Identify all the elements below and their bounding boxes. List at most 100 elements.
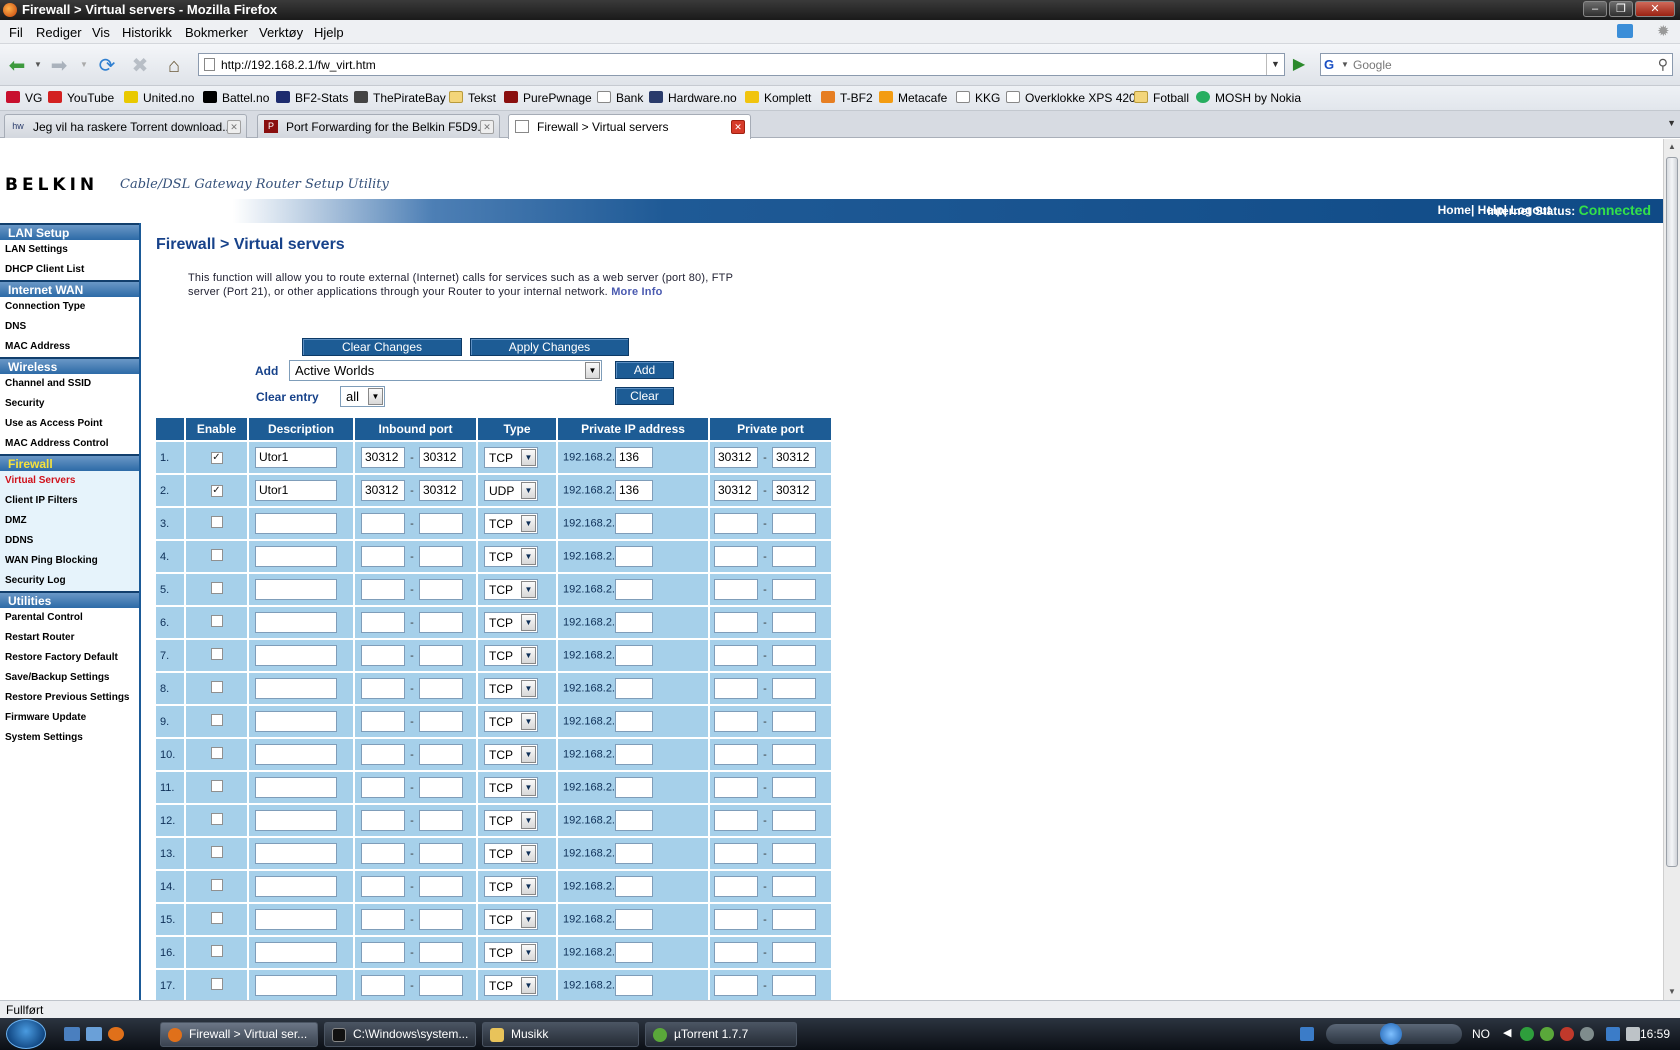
inbound-port-to-input[interactable] bbox=[419, 678, 463, 699]
bookmark-mosh[interactable]: MOSH by Nokia bbox=[1196, 91, 1301, 105]
switch-windows-icon[interactable] bbox=[86, 1027, 102, 1041]
private-ip-input[interactable] bbox=[615, 711, 653, 732]
inbound-port-to-input[interactable] bbox=[419, 744, 463, 765]
private-ip-input[interactable] bbox=[615, 513, 653, 534]
inbound-port-from-input[interactable] bbox=[361, 612, 405, 633]
private-port-to-input[interactable] bbox=[772, 909, 816, 930]
apply-changes-button[interactable]: Apply Changes bbox=[470, 338, 629, 356]
description-input[interactable] bbox=[255, 942, 337, 963]
description-input[interactable] bbox=[255, 876, 337, 897]
close-window-button[interactable]: ✕ bbox=[1635, 1, 1675, 17]
private-port-from-input[interactable] bbox=[714, 546, 758, 567]
back-history-dropdown-icon[interactable]: ▼ bbox=[34, 60, 42, 69]
type-select[interactable]: TCP ▼ bbox=[484, 975, 538, 996]
clear-entry-select[interactable]: all ▼ bbox=[340, 386, 385, 407]
task-firefox[interactable]: Firewall > Virtual ser... bbox=[160, 1022, 318, 1047]
type-select[interactable]: TCP ▼ bbox=[484, 711, 538, 732]
description-input[interactable] bbox=[255, 513, 337, 534]
private-port-from-input[interactable] bbox=[714, 612, 758, 633]
search-bar[interactable]: G ▼ Google ⚲ bbox=[1320, 53, 1673, 76]
private-port-to-input[interactable] bbox=[772, 678, 816, 699]
description-input[interactable]: Utor1 bbox=[255, 447, 337, 468]
forward-history-dropdown-icon[interactable]: ▼ bbox=[80, 60, 88, 69]
go-icon[interactable]: ▶ bbox=[1288, 53, 1310, 76]
menu-history[interactable]: Historikk bbox=[122, 25, 172, 40]
description-input[interactable] bbox=[255, 678, 337, 699]
sidebar-item-dmz[interactable]: DMZ bbox=[0, 511, 139, 531]
private-port-to-input[interactable] bbox=[772, 876, 816, 897]
type-select[interactable]: TCP ▼ bbox=[484, 942, 538, 963]
sidebar-item-restart-router[interactable]: Restart Router bbox=[0, 628, 139, 648]
description-input[interactable] bbox=[255, 711, 337, 732]
menu-help[interactable]: Hjelp bbox=[314, 25, 344, 40]
tab-port-forwarding[interactable]: P Port Forwarding for the Belkin F5D9...… bbox=[257, 114, 500, 138]
private-port-to-input[interactable] bbox=[772, 711, 816, 732]
enable-checkbox[interactable] bbox=[210, 945, 223, 957]
enable-checkbox[interactable] bbox=[210, 549, 223, 561]
type-select[interactable]: TCP ▼ bbox=[484, 447, 538, 468]
bookmark-bf2stats[interactable]: BF2-Stats bbox=[276, 91, 348, 105]
close-tab-icon[interactable]: ✕ bbox=[227, 120, 241, 134]
private-port-to-input[interactable] bbox=[772, 513, 816, 534]
type-select[interactable]: TCP ▼ bbox=[484, 612, 538, 633]
inbound-port-from-input[interactable] bbox=[361, 678, 405, 699]
type-select[interactable]: TCP ▼ bbox=[484, 645, 538, 666]
sidebar-item-dns[interactable]: DNS bbox=[0, 317, 139, 337]
inbound-port-to-input[interactable] bbox=[419, 711, 463, 732]
private-port-from-input[interactable] bbox=[714, 810, 758, 831]
inbound-port-to-input[interactable] bbox=[419, 546, 463, 567]
inbound-port-from-input[interactable] bbox=[361, 513, 405, 534]
enable-checkbox[interactable] bbox=[210, 582, 223, 594]
enable-checkbox[interactable] bbox=[210, 813, 223, 825]
sidebar-item-lan-settings[interactable]: LAN Settings bbox=[0, 240, 139, 260]
type-select[interactable]: TCP ▼ bbox=[484, 843, 538, 864]
private-ip-input[interactable] bbox=[615, 579, 653, 600]
bookmark-purepwnage[interactable]: PurePwnage bbox=[504, 91, 592, 105]
enable-checkbox[interactable] bbox=[210, 615, 223, 627]
private-port-to-input[interactable] bbox=[772, 645, 816, 666]
enable-checkbox[interactable]: ✓ bbox=[210, 452, 223, 464]
bookmark-united[interactable]: United.no bbox=[124, 91, 194, 105]
inbound-port-to-input[interactable] bbox=[419, 777, 463, 798]
scrollbar-thumb[interactable] bbox=[1666, 157, 1678, 867]
private-port-to-input[interactable]: 30312 bbox=[772, 447, 816, 468]
inbound-port-to-input[interactable] bbox=[419, 876, 463, 897]
inbound-port-to-input[interactable] bbox=[419, 909, 463, 930]
private-port-from-input[interactable] bbox=[714, 843, 758, 864]
private-port-to-input[interactable] bbox=[772, 942, 816, 963]
tab-torrent[interactable]: hw Jeg vil ha raskere Torrent download..… bbox=[4, 114, 247, 138]
private-ip-input[interactable] bbox=[615, 777, 653, 798]
description-input[interactable]: Utor1 bbox=[255, 480, 337, 501]
enable-checkbox[interactable] bbox=[210, 912, 223, 924]
sidebar-item-restore-factory-default[interactable]: Restore Factory Default bbox=[0, 648, 139, 668]
antivirus-tray-icon[interactable] bbox=[1560, 1027, 1574, 1041]
sidebar-item-firmware-update[interactable]: Firmware Update bbox=[0, 708, 139, 728]
private-port-from-input[interactable]: 30312 bbox=[714, 447, 758, 468]
private-ip-input[interactable] bbox=[615, 810, 653, 831]
private-port-from-input[interactable] bbox=[714, 942, 758, 963]
private-ip-input[interactable] bbox=[615, 678, 653, 699]
type-select[interactable]: TCP ▼ bbox=[484, 777, 538, 798]
home-icon[interactable]: ⌂ bbox=[161, 53, 187, 79]
enable-checkbox[interactable] bbox=[210, 648, 223, 660]
tab-virtual-servers[interactable]: Firewall > Virtual servers ✕ bbox=[508, 114, 751, 139]
private-ip-input[interactable] bbox=[615, 909, 653, 930]
search-icon[interactable]: ⚲ bbox=[1658, 56, 1668, 73]
private-port-to-input[interactable] bbox=[772, 546, 816, 567]
inbound-port-from-input[interactable] bbox=[361, 975, 405, 996]
start-button[interactable] bbox=[6, 1019, 46, 1049]
bookmark-fotball[interactable]: Fotball bbox=[1134, 91, 1189, 105]
clock[interactable]: 16:59 bbox=[1640, 1027, 1670, 1041]
private-ip-input[interactable] bbox=[615, 975, 653, 996]
sidebar-item-connection-type[interactable]: Connection Type bbox=[0, 297, 139, 317]
inbound-port-to-input[interactable] bbox=[419, 843, 463, 864]
bookmark-vg[interactable]: VG bbox=[6, 91, 42, 105]
type-select[interactable]: TCP ▼ bbox=[484, 744, 538, 765]
private-ip-input[interactable] bbox=[615, 546, 653, 567]
private-port-to-input[interactable] bbox=[772, 810, 816, 831]
bookmark-bank[interactable]: Bank bbox=[597, 91, 643, 105]
type-select[interactable]: TCP ▼ bbox=[484, 876, 538, 897]
description-input[interactable] bbox=[255, 579, 337, 600]
sidebar-item-virtual-servers[interactable]: Virtual Servers bbox=[0, 471, 139, 491]
private-port-to-input[interactable] bbox=[772, 744, 816, 765]
